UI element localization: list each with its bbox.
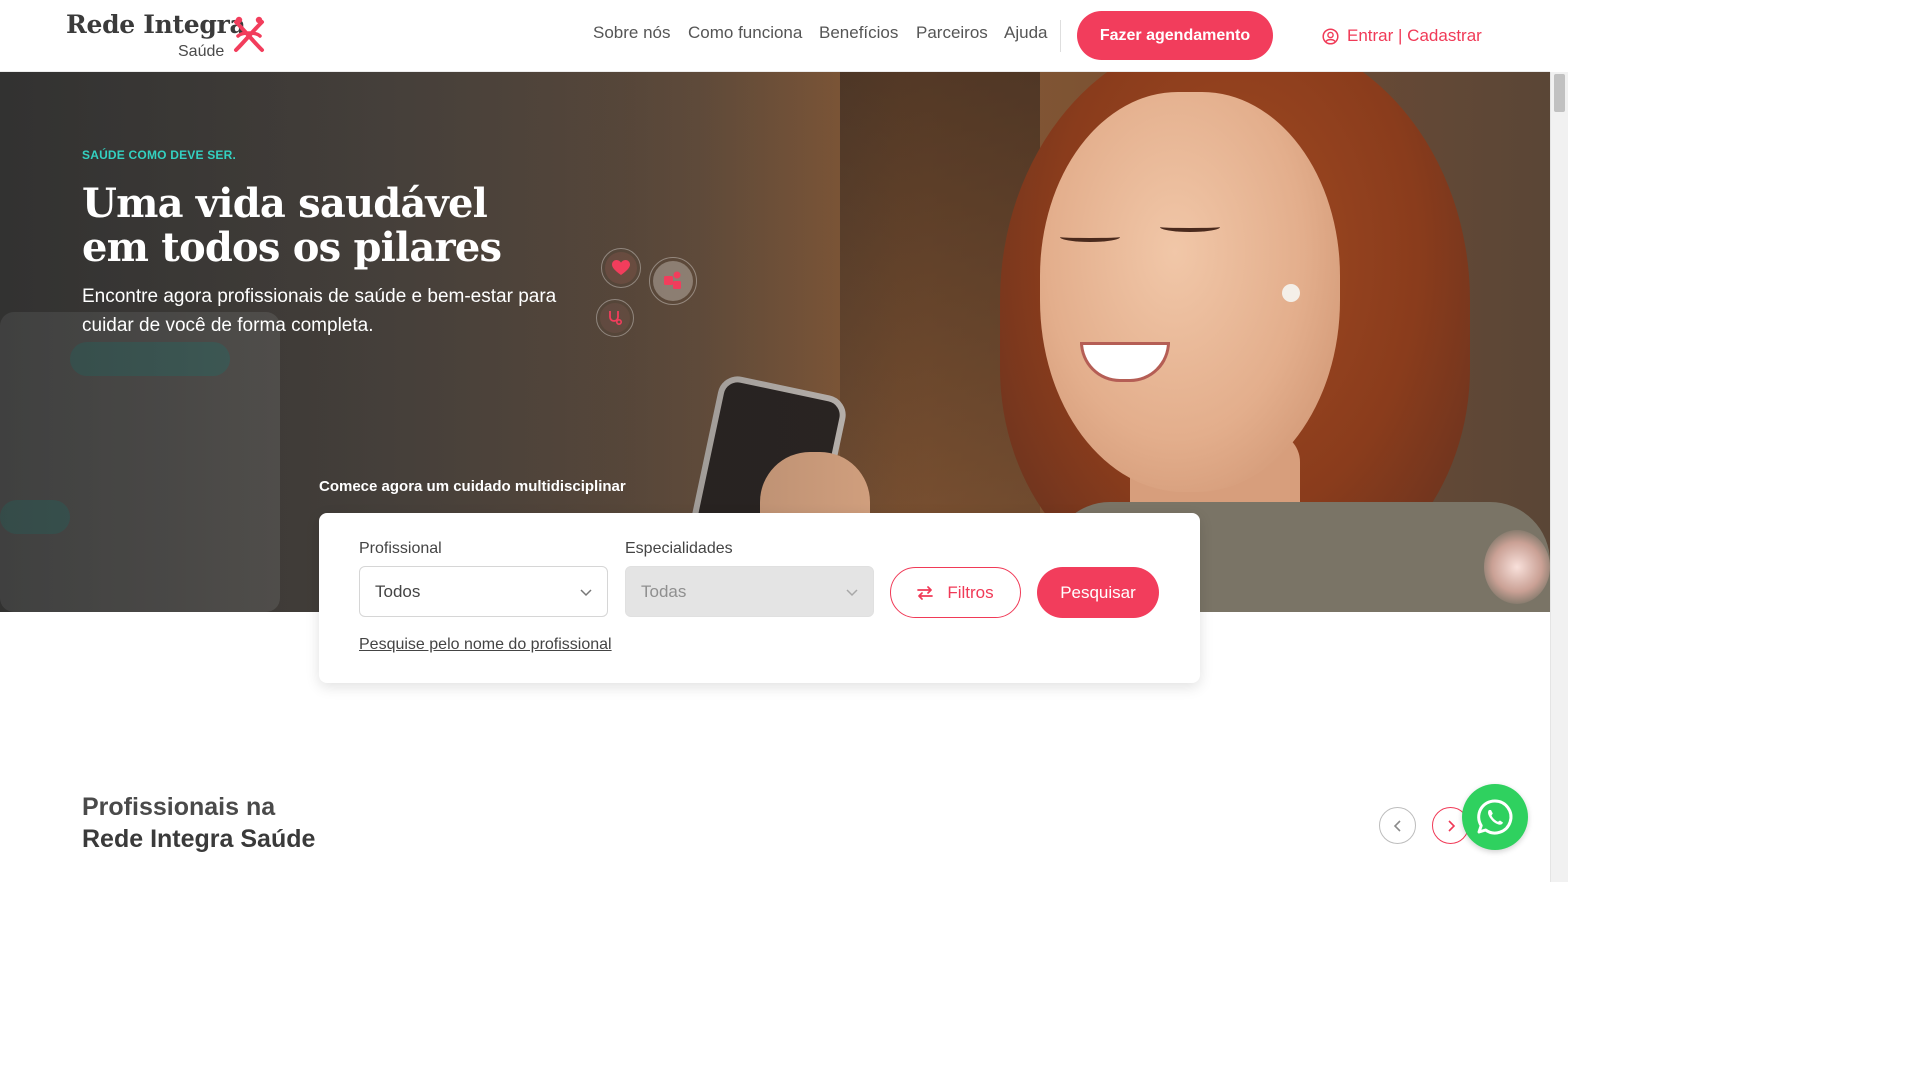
integra-logo-icon bbox=[234, 16, 264, 52]
filters-label: Filtros bbox=[947, 582, 994, 602]
schedule-button[interactable]: Fazer agendamento bbox=[1077, 11, 1273, 60]
nav-sobre-nos[interactable]: Sobre nós bbox=[593, 23, 671, 49]
chevron-down-icon bbox=[846, 589, 858, 597]
hero-eyebrow: SAÚDE COMO DEVE SER. bbox=[82, 148, 237, 162]
search-button[interactable]: Pesquisar bbox=[1037, 567, 1159, 618]
stethoscope-bubble-icon bbox=[596, 299, 634, 337]
whatsapp-button[interactable] bbox=[1462, 784, 1528, 850]
login-link[interactable]: Entrar bbox=[1347, 26, 1393, 46]
professional-value: Todos bbox=[375, 581, 421, 601]
section-title-line2: Rede Integra Saúde bbox=[82, 825, 316, 853]
brand-logo[interactable]: Rede Integra Saúde bbox=[66, 10, 276, 64]
login-register: Entrar | Cadastrar bbox=[1322, 24, 1482, 48]
specialties-label: Especialidades bbox=[625, 540, 733, 557]
scrollbar-thumb[interactable] bbox=[1554, 74, 1565, 112]
nav-parceiros[interactable]: Parceiros bbox=[916, 23, 988, 49]
section-title-line1: Profissionais na bbox=[82, 793, 276, 821]
puzzle-bubble-icon bbox=[649, 257, 697, 305]
chevron-right-icon bbox=[1447, 819, 1455, 832]
hero-subtitle: Encontre agora profissionais de saúde e … bbox=[82, 286, 557, 336]
hero-title: Uma vida saudável em todos os pilares bbox=[82, 180, 502, 271]
nav-divider bbox=[1060, 20, 1061, 52]
register-link[interactable]: Cadastrar bbox=[1407, 26, 1482, 46]
sliders-icon bbox=[917, 585, 934, 600]
filters-button[interactable]: Filtros bbox=[890, 567, 1021, 618]
brand-subtitle: Saúde bbox=[178, 43, 225, 60]
professional-select[interactable]: Todos bbox=[359, 566, 608, 617]
professional-label: Profissional bbox=[359, 540, 442, 557]
specialties-select[interactable]: Todas bbox=[625, 566, 874, 617]
carousel-prev-button[interactable] bbox=[1379, 807, 1416, 844]
chevron-left-icon bbox=[1393, 819, 1401, 832]
site-header: Rede Integra Saúde Sobre nós Como funcio… bbox=[0, 0, 1550, 72]
search-card: Profissional Todos Especialidades Todas … bbox=[319, 513, 1200, 683]
brand-name: Rede Integra bbox=[66, 10, 246, 39]
search-by-name-link[interactable]: Pesquise pelo nome do profissional bbox=[359, 636, 612, 654]
nav-beneficios[interactable]: Benefícios bbox=[819, 23, 898, 49]
whatsapp-icon bbox=[1477, 799, 1513, 835]
chevron-down-icon bbox=[580, 589, 592, 597]
nav-ajuda[interactable]: Ajuda bbox=[1004, 23, 1047, 49]
heart-bubble-icon bbox=[601, 248, 641, 288]
nav-como-funciona[interactable]: Como funciona bbox=[688, 23, 802, 49]
login-separator: | bbox=[1393, 26, 1408, 45]
page-scrollbar[interactable] bbox=[1550, 72, 1568, 882]
search-caption: Comece agora um cuidado multidisciplinar bbox=[319, 478, 626, 495]
user-circle-icon bbox=[1322, 27, 1339, 45]
specialties-value: Todas bbox=[641, 581, 687, 601]
